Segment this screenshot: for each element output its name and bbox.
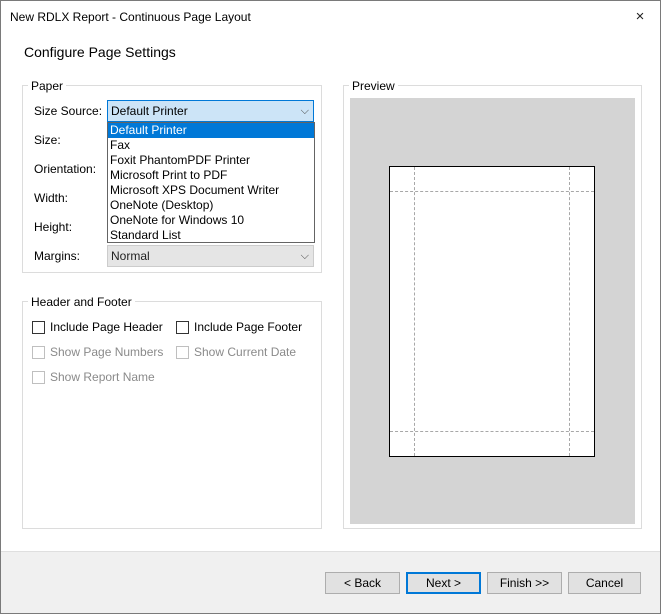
include-page-footer-checkbox[interactable]: Include Page Footer	[176, 320, 306, 334]
dropdown-item-onenote-desktop[interactable]: OneNote (Desktop)	[108, 198, 314, 213]
margin-guide-bottom	[390, 431, 594, 432]
preview-area	[350, 98, 635, 524]
preview-page	[389, 166, 595, 457]
finish-button[interactable]: Finish >>	[487, 572, 562, 594]
dropdown-item-onenote-win10[interactable]: OneNote for Windows 10	[108, 213, 314, 228]
chevron-down-icon[interactable]: ⌵	[301, 101, 309, 121]
checkbox-box[interactable]	[176, 321, 189, 334]
show-current-date-checkbox[interactable]: Show Current Date	[176, 345, 306, 359]
back-button[interactable]: < Back	[325, 572, 400, 594]
size-source-label: Size Source:	[34, 104, 103, 118]
show-current-date-label: Show Current Date	[194, 345, 297, 359]
checkbox-box[interactable]	[32, 321, 45, 334]
dropdown-item-foxit-phantompdf[interactable]: Foxit PhantomPDF Printer	[108, 153, 314, 168]
header-footer-legend: Header and Footer	[28, 295, 135, 309]
include-page-header-label: Include Page Header	[50, 320, 163, 334]
margins-value: Normal	[111, 249, 150, 263]
page-heading: Configure Page Settings	[24, 44, 176, 60]
size-label: Size:	[34, 133, 61, 147]
checkbox-box[interactable]	[32, 371, 45, 384]
margin-guide-right	[569, 167, 570, 456]
wizard-window: New RDLX Report - Continuous Page Layout…	[0, 0, 661, 614]
header-footer-group	[22, 301, 322, 529]
show-page-numbers-checkbox[interactable]: Show Page Numbers	[32, 345, 167, 359]
size-source-combo[interactable]: Default Printer ⌵	[107, 100, 314, 122]
size-source-dropdown: Default Printer Fax Foxit PhantomPDF Pri…	[107, 122, 315, 243]
dropdown-item-ms-print-to-pdf[interactable]: Microsoft Print to PDF	[108, 168, 314, 183]
margin-guide-left	[414, 167, 415, 456]
height-label: Height:	[34, 220, 73, 234]
title-bar: New RDLX Report - Continuous Page Layout…	[1, 1, 660, 33]
preview-legend: Preview	[349, 79, 398, 93]
dropdown-item-standard-list[interactable]: Standard List	[108, 228, 314, 243]
cancel-button[interactable]: Cancel	[568, 572, 641, 594]
show-report-name-label: Show Report Name	[50, 370, 155, 384]
margins-label: Margins:	[34, 249, 81, 263]
margin-guide-top	[390, 191, 594, 192]
show-report-name-checkbox[interactable]: Show Report Name	[32, 370, 167, 384]
window-title: New RDLX Report - Continuous Page Layout	[10, 10, 251, 24]
include-page-footer-label: Include Page Footer	[194, 320, 303, 334]
checkbox-box[interactable]	[176, 346, 189, 359]
dropdown-item-ms-xps-writer[interactable]: Microsoft XPS Document Writer	[108, 183, 314, 198]
include-page-header-checkbox[interactable]: Include Page Header	[32, 320, 167, 334]
orientation-label: Orientation:	[34, 162, 97, 176]
show-page-numbers-label: Show Page Numbers	[50, 345, 164, 359]
paper-legend: Paper	[28, 79, 67, 93]
close-icon[interactable]: ×	[620, 1, 660, 33]
size-source-value: Default Printer	[111, 104, 188, 118]
checkbox-box[interactable]	[32, 346, 45, 359]
dropdown-item-default-printer[interactable]: Default Printer	[108, 123, 314, 138]
dropdown-item-fax[interactable]: Fax	[108, 138, 314, 153]
margins-combo[interactable]: Normal ⌵	[107, 245, 314, 267]
chevron-down-icon[interactable]: ⌵	[301, 246, 309, 266]
next-button[interactable]: Next >	[406, 572, 481, 594]
width-label: Width:	[34, 191, 69, 205]
